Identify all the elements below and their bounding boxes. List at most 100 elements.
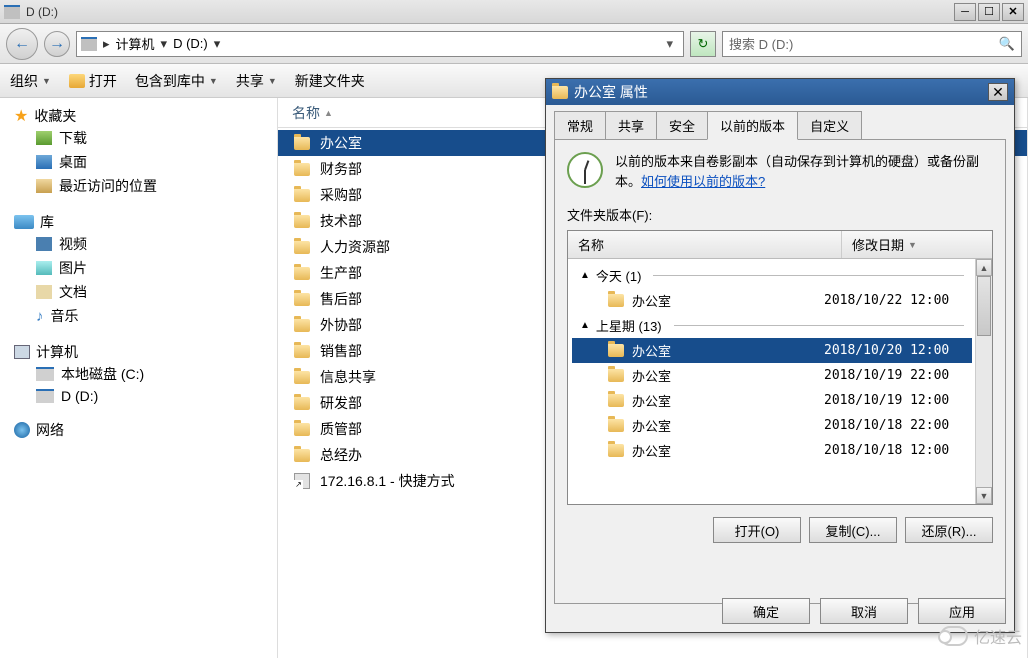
address-bar[interactable]: ▸ 计算机 ▾ D (D:) ▾ ▾	[76, 31, 684, 57]
sidebar-library-header[interactable]: 库	[14, 212, 277, 232]
folder-icon	[294, 163, 310, 176]
window-title: D (D:)	[26, 5, 58, 19]
breadcrumb-segment[interactable]: 计算机	[116, 34, 155, 53]
back-button[interactable]: ←	[6, 28, 38, 60]
folder-icon	[294, 137, 310, 150]
apply-button[interactable]: 应用	[918, 598, 1006, 624]
search-input[interactable]: 搜索 D (D:) 🔍	[722, 31, 1022, 57]
versions-list: 名称 修改日期▼ ▲今天 (1)办公室2018/10/22 12:00▲上星期 …	[567, 230, 993, 505]
include-menu[interactable]: 包含到库中▼	[135, 71, 218, 91]
computer-icon	[14, 345, 30, 359]
scroll-down-button[interactable]: ▼	[976, 487, 992, 504]
restore-version-button[interactable]: 还原(R)...	[905, 517, 993, 543]
picture-icon	[36, 261, 52, 275]
column-name[interactable]: 名称	[568, 231, 842, 258]
file-name: 信息共享	[320, 367, 376, 387]
search-icon[interactable]: 🔍	[999, 36, 1015, 52]
cancel-button[interactable]: 取消	[820, 598, 908, 624]
ok-button[interactable]: 确定	[722, 598, 810, 624]
version-name: 办公室	[632, 441, 671, 460]
share-menu[interactable]: 共享▼	[236, 71, 277, 91]
version-date: 2018/10/18 12:00	[824, 443, 964, 458]
star-icon: ★	[14, 106, 28, 126]
collapse-icon: ▲	[580, 320, 590, 331]
column-date[interactable]: 修改日期▼	[842, 231, 992, 258]
dialog-tab[interactable]: 安全	[656, 111, 708, 139]
folder-icon	[294, 449, 310, 462]
dialog-tab[interactable]: 以前的版本	[707, 111, 798, 140]
version-name: 办公室	[632, 291, 671, 310]
scroll-up-button[interactable]: ▲	[976, 259, 992, 276]
open-version-button[interactable]: 打开(O)	[713, 517, 801, 543]
dialog-close-button[interactable]: ✕	[988, 83, 1008, 101]
folder-icon	[294, 423, 310, 436]
dialog-tab[interactable]: 共享	[605, 111, 657, 139]
search-placeholder: 搜索 D (D:)	[729, 34, 793, 53]
close-button[interactable]: ✕	[1002, 3, 1024, 21]
organize-menu[interactable]: 组织▼	[10, 71, 51, 91]
breadcrumb-segment[interactable]: D (D:)	[173, 36, 208, 51]
collapse-icon: ▲	[580, 270, 590, 281]
properties-dialog: 办公室 属性 ✕ 常规共享安全以前的版本自定义 以前的版本来自卷影副本（自动保存…	[545, 78, 1015, 633]
sidebar-network-header[interactable]: 网络	[14, 420, 277, 440]
sidebar-item-recent[interactable]: 最近访问的位置	[14, 174, 277, 198]
sidebar-item-videos[interactable]: 视频	[14, 232, 277, 256]
open-button[interactable]: 打开	[69, 71, 117, 91]
version-row[interactable]: 办公室2018/10/18 22:00	[572, 413, 972, 438]
version-name: 办公室	[632, 391, 671, 410]
maximize-button[interactable]: ☐	[978, 3, 1000, 21]
refresh-button[interactable]: ↻	[690, 31, 716, 57]
version-group-header[interactable]: ▲今天 (1)	[572, 263, 972, 288]
sidebar-computer-header[interactable]: 计算机	[14, 342, 277, 362]
sidebar-favorites-header[interactable]: ★收藏夹	[14, 106, 277, 126]
nav-row: ← → ▸ 计算机 ▾ D (D:) ▾ ▾ ↻ 搜索 D (D:) 🔍	[0, 24, 1028, 64]
download-icon	[36, 131, 52, 145]
video-icon	[36, 237, 52, 251]
scrollbar[interactable]: ▲ ▼	[975, 259, 992, 504]
sort-desc-icon: ▼	[908, 240, 917, 250]
folder-icon	[552, 86, 568, 99]
version-group-header[interactable]: ▲上星期 (13)	[572, 313, 972, 338]
folder-icon	[294, 241, 310, 254]
version-name: 办公室	[632, 341, 671, 360]
help-link[interactable]: 如何使用以前的版本?	[641, 174, 765, 189]
file-name: 172.16.8.1 - 快捷方式	[320, 471, 455, 491]
sidebar-item-drive-c[interactable]: 本地磁盘 (C:)	[14, 362, 277, 386]
version-row[interactable]: 办公室2018/10/19 22:00	[572, 363, 972, 388]
dialog-tab[interactable]: 自定义	[797, 111, 862, 139]
version-row[interactable]: 办公室2018/10/20 12:00	[572, 338, 972, 363]
file-name: 总经办	[320, 445, 362, 465]
open-icon	[69, 74, 85, 88]
sidebar-item-downloads[interactable]: 下载	[14, 126, 277, 150]
dialog-titlebar[interactable]: 办公室 属性 ✕	[546, 79, 1014, 105]
version-date: 2018/10/19 12:00	[824, 393, 964, 408]
version-row[interactable]: 办公室 2018/10/18 12:00	[572, 438, 972, 463]
minimize-button[interactable]: ─	[954, 3, 976, 21]
watermark-icon	[940, 626, 968, 646]
file-name: 销售部	[320, 341, 362, 361]
copy-version-button[interactable]: 复制(C)...	[809, 517, 897, 543]
version-row[interactable]: 办公室2018/10/22 12:00	[572, 288, 972, 313]
desktop-icon	[36, 155, 52, 169]
newfolder-button[interactable]: 新建文件夹	[295, 71, 365, 91]
folder-icon	[294, 293, 310, 306]
folder-icon	[294, 215, 310, 228]
library-icon	[14, 215, 34, 229]
drive-icon	[81, 37, 97, 51]
scroll-thumb[interactable]	[977, 276, 991, 336]
sidebar-item-desktop[interactable]: 桌面	[14, 150, 277, 174]
dialog-tab[interactable]: 常规	[554, 111, 606, 139]
sidebar-item-pictures[interactable]: 图片	[14, 256, 277, 280]
sidebar-item-drive-d[interactable]: D (D:)	[14, 386, 277, 406]
forward-button[interactable]: →	[44, 31, 70, 57]
file-name: 生产部	[320, 263, 362, 283]
sidebar-item-documents[interactable]: 文档	[14, 280, 277, 304]
address-dropdown-icon[interactable]: ▾	[660, 36, 679, 52]
clock-icon	[567, 152, 603, 188]
document-icon	[36, 285, 52, 299]
window-titlebar: D (D:) ─ ☐ ✕	[0, 0, 1028, 24]
sidebar-item-music[interactable]: ♪音乐	[14, 304, 277, 328]
version-row[interactable]: 办公室 2018/10/19 12:00	[572, 388, 972, 413]
folder-icon	[294, 397, 310, 410]
dialog-title: 办公室 属性	[574, 82, 648, 102]
